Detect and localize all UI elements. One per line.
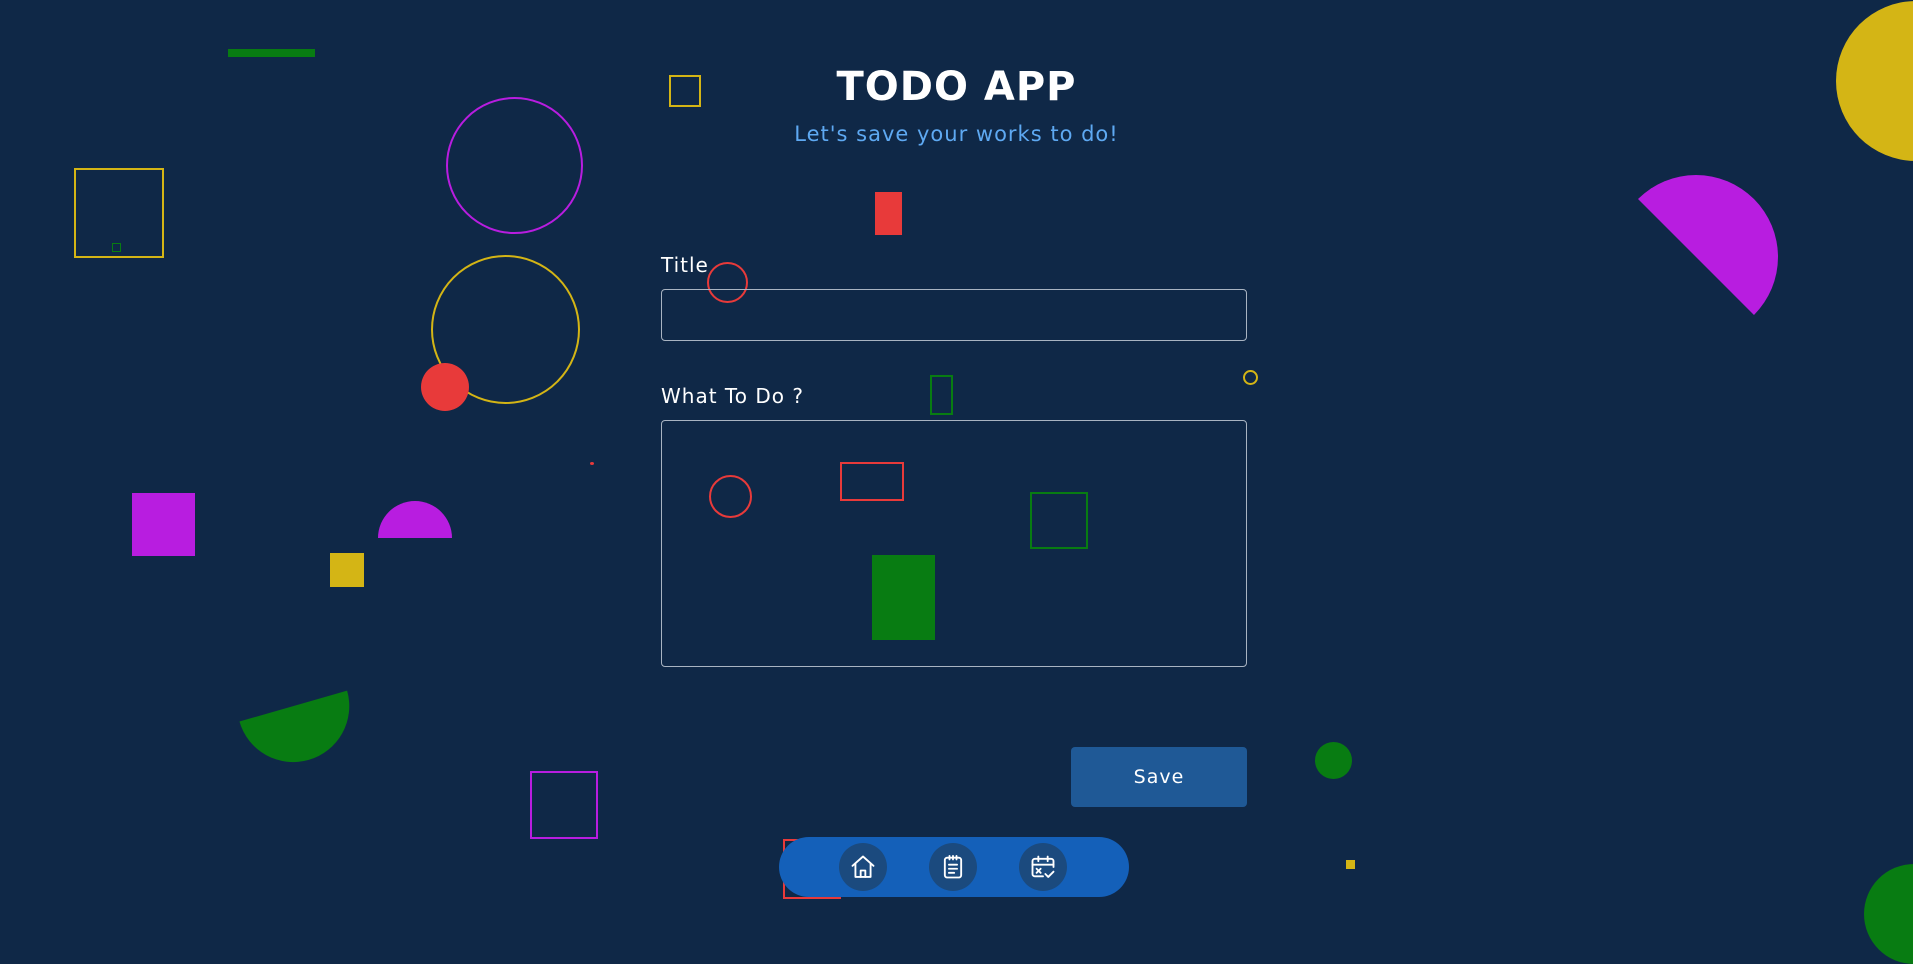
home-icon: [851, 855, 875, 878]
todo-label: What To Do ?: [661, 384, 804, 408]
decor-purple-half-circle: [378, 501, 452, 538]
decor-red-rectangle: [875, 192, 902, 235]
decor-purple-square: [132, 493, 195, 556]
decor-green-circle: [1315, 742, 1352, 779]
title-label: Title: [661, 253, 709, 277]
page-subtitle: Let's save your works to do!: [794, 122, 1119, 146]
decor-green-bar: [228, 49, 315, 57]
bottom-nav: [779, 837, 1129, 897]
decor-green-square-outline-in-textarea: [1030, 492, 1088, 549]
decor-yellow-circle-outline-tiny: [1243, 370, 1258, 385]
decor-red-rect-outline-in-textarea: [840, 462, 904, 501]
decor-green-half-circle: [239, 690, 363, 776]
decor-green-tiny-square: [112, 243, 121, 252]
decor-red-dot: [590, 462, 594, 465]
nav-calendar-button[interactable]: [1019, 843, 1067, 891]
decor-purple-big-half-circle: [1638, 141, 1812, 315]
title-input[interactable]: [661, 289, 1247, 341]
decor-purple-circle-outline: [446, 97, 583, 234]
todo-textarea[interactable]: [661, 420, 1247, 667]
decor-yellow-square: [330, 553, 364, 587]
page-title: TODO APP: [836, 64, 1077, 110]
decor-red-circle: [421, 363, 469, 411]
calendar-check-icon: [1031, 855, 1055, 878]
notepad-icon: [943, 854, 963, 879]
decor-yellow-tiny-square: [1346, 860, 1355, 869]
decor-green-rect-in-textarea: [872, 555, 935, 640]
decor-purple-square-outline: [530, 771, 598, 839]
decor-green-rect-outline: [930, 375, 953, 415]
decor-green-corner-half-circle: [1864, 864, 1913, 964]
decor-red-circle-outline-in-textarea: [709, 475, 752, 518]
save-button[interactable]: Save: [1071, 747, 1247, 807]
nav-notes-button[interactable]: [929, 843, 977, 891]
nav-home-button[interactable]: [839, 843, 887, 891]
